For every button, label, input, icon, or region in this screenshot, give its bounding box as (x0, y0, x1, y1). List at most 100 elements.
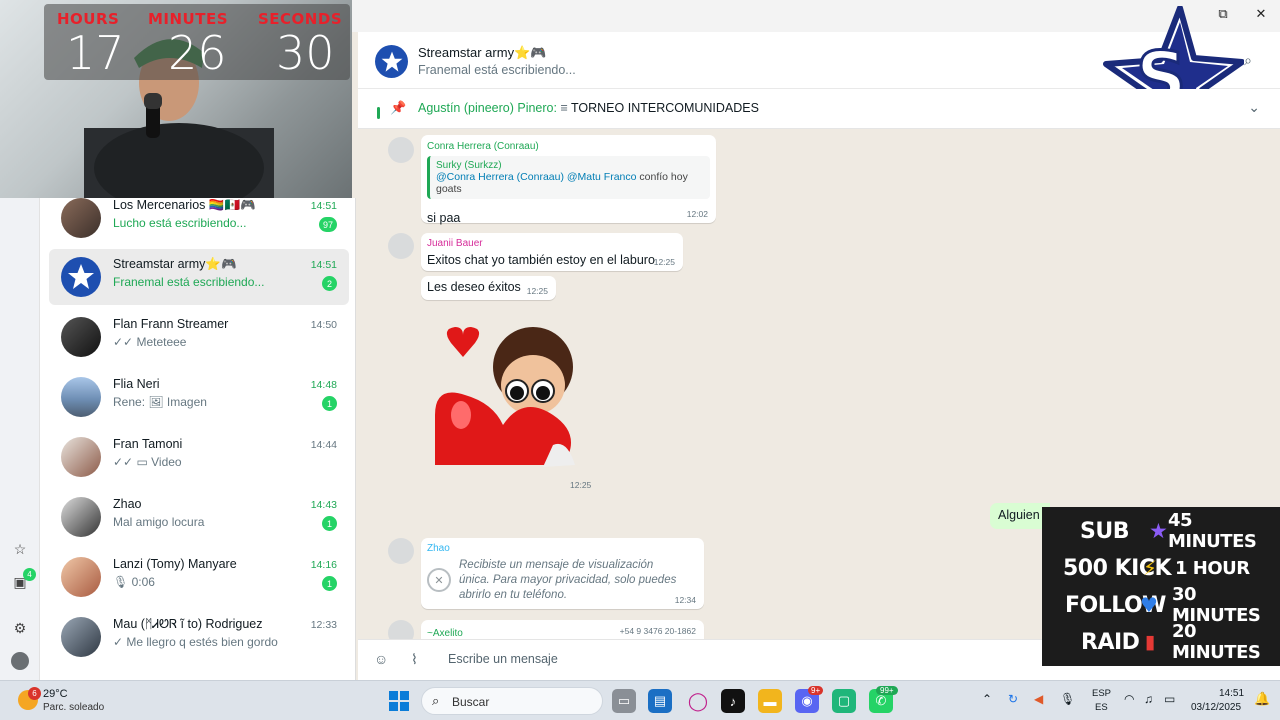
view-once-icon: ✕ (427, 568, 451, 592)
chat-item-mau[interactable]: Mau (ᛗᏗᏬᏒ ĩ to) Rodriguez 12:33 ✓ Me lle… (49, 609, 349, 665)
chat-preview: 🎙 0:06 (113, 575, 155, 589)
sub-value: 45 MINUTES (1168, 510, 1257, 552)
sender-avatar (388, 137, 414, 163)
chat-item-flan-frann[interactable]: Flan Frann Streamer 14:50 ✓✓ Meteteee (49, 309, 349, 365)
avatar (61, 557, 101, 597)
kick-app-icon[interactable]: ▢ (832, 689, 856, 713)
chat-name: Streamstar army⭐🎮 (113, 257, 237, 271)
search-label: Buscar (452, 695, 490, 709)
follow-row: FOLLOW ♥ 30 MINUTES (1042, 584, 1280, 626)
subathon-panel: SUB ★ 45 MINUTES 500 KICK ⚡ 1 HOUR FOLLO… (1042, 507, 1280, 666)
clock-date[interactable]: 03/12/2025 (1191, 702, 1241, 713)
quoted-message[interactable]: Surky (Surkzz) @Conra Herrera (Conraau) … (427, 156, 710, 199)
sender-name: ~Axelito (427, 628, 463, 639)
language-top[interactable]: ESP (1092, 688, 1111, 699)
clock-time[interactable]: 14:51 (1219, 688, 1244, 699)
stream-timer: HOURS MINUTES SECONDS 17 26 30 (44, 4, 350, 80)
weather-badge: 6 (28, 687, 41, 700)
settings-icon[interactable]: ⚙ (11, 619, 29, 637)
chat-item-lanzi[interactable]: Lanzi (Tomy) Manyare 14:16 🎙 0:06 1 (49, 549, 349, 605)
typing-status: Franemal está escribiendo... (418, 63, 576, 77)
archive-badge: 4 (23, 568, 36, 581)
chevron-down-icon[interactable]: ⌄ (1248, 99, 1260, 116)
sender-avatar (388, 233, 414, 259)
unread-badge: 1 (322, 516, 337, 531)
pinned-message-bar[interactable]: 📌 Agustín (pineero) Pinero: ≡ TORNEO INT… (358, 89, 1280, 129)
search-icon[interactable]: ⌕ (1244, 52, 1252, 69)
raid-value: 20 MINUTES (1172, 621, 1261, 663)
chat-item-flia-neri[interactable]: Flia Neri 14:48 Rene: 🖼 Imagen 1 (49, 369, 349, 425)
tray-chevron-icon[interactable]: ⌃ (982, 692, 992, 706)
wifi-icon[interactable]: ◠ (1124, 692, 1134, 706)
avatar (61, 617, 101, 657)
chat-name: Flia Neri (113, 377, 160, 391)
sticker-time: 12:25 (570, 480, 592, 490)
webcam-overlay: HOURS MINUTES SECONDS 17 26 30 (0, 0, 352, 198)
file-explorer-icon[interactable]: ▬ (758, 689, 782, 713)
raid-row: RAID ▮ 20 MINUTES (1042, 621, 1280, 663)
message-juanii[interactable]: Juanii Bauer Exitos chat yo también esto… (421, 233, 683, 271)
sender-name: Juanii Bauer (427, 238, 483, 249)
message-conra[interactable]: Conra Herrera (Conraau) Surky (Surkzz) @… (421, 135, 716, 225)
chat-time: 14:16 (310, 559, 337, 571)
pinned-content: TORNEO INTERCOMUNIDADES (571, 101, 759, 115)
chat-time: 14:51 (310, 259, 337, 271)
chat-time: 14:50 (310, 319, 337, 331)
app-tray-icon[interactable]: ◀ (1034, 692, 1043, 706)
message-zhao[interactable]: Zhao ✕ Recibiste un mensaje de visualiza… (421, 538, 704, 609)
chat-preview: Lucho está escribiendo... (113, 216, 247, 230)
sender-avatar (388, 538, 414, 564)
avatar (61, 377, 101, 417)
chat-item-zhao[interactable]: Zhao 14:43 Mal amigo locura 1 (49, 489, 349, 545)
chat-time: 14:44 (310, 439, 337, 451)
pin-icon: 📌 (390, 100, 407, 115)
close-button[interactable]: ✕ (1242, 0, 1280, 28)
chat-preview: ✓ Me llegro q estés bien gordo (113, 635, 278, 649)
opera-icon[interactable]: ◯ (686, 689, 710, 713)
message-time: 12:25 (653, 257, 675, 267)
sub-row: SUB ★ 45 MINUTES (1042, 510, 1280, 552)
notifications-icon[interactable]: 🔔 (1254, 691, 1270, 707)
star-icon[interactable]: ☆ (11, 540, 29, 558)
lightning-icon: ⚡ (1143, 556, 1158, 580)
taskbar-search[interactable]: ⌕ Buscar (421, 687, 603, 715)
chat-name: Los Mercenarios 🏳️‍🌈🇲🇽🎮 (113, 198, 256, 212)
unread-badge: 2 (322, 276, 337, 291)
sent-message[interactable]: Alguien m (990, 503, 1050, 529)
group-avatar (375, 45, 408, 78)
chat-name: Flan Frann Streamer (113, 317, 229, 331)
task-view-icon[interactable]: ▭ (612, 689, 636, 713)
message-text: Exitos chat yo también estoy en el labur… (427, 253, 655, 267)
chat-time: 14:51 (310, 200, 337, 212)
message-time: 12:25 (526, 286, 548, 296)
message-juanii-2[interactable]: Les deseo éxitos 12:25 (421, 276, 556, 300)
battery-icon[interactable]: ▭ (1164, 692, 1175, 706)
emoji-icon[interactable]: ☺ (374, 651, 388, 667)
chat-preview: Rene: 🖼 Imagen (113, 395, 207, 409)
tiktok-icon[interactable]: ♪ (721, 689, 745, 713)
kick-row: 500 KICK ⚡ 1 HOUR (1042, 550, 1280, 586)
message-time: 12:02 (686, 209, 708, 219)
language-bottom[interactable]: ES (1095, 702, 1108, 713)
sync-icon[interactable]: ↻ (1008, 692, 1018, 706)
chat-preview: Mal amigo locura (113, 515, 205, 529)
star-logo-icon (381, 51, 402, 72)
attach-icon[interactable]: ⌇ (411, 651, 418, 668)
heart-sticker[interactable] (433, 315, 593, 469)
search-icon: ⌕ (432, 693, 440, 708)
microphone-icon[interactable]: 🎙 (1060, 692, 1075, 706)
chat-time: 12:33 (310, 619, 337, 631)
chat-name: Zhao (113, 497, 142, 511)
chat-item-streamstar-army[interactable]: Streamstar army⭐🎮 14:51 Franemal está es… (49, 249, 349, 305)
windows-start-icon[interactable] (387, 689, 411, 713)
unread-badge: 97 (318, 217, 337, 232)
message-axelito[interactable]: ~Axelito +54 9 3476 20-1862 (421, 620, 704, 639)
chat-item-los-mercenarios[interactable]: Los Mercenarios 🏳️‍🌈🇲🇽🎮 14:51 Lucho está… (49, 198, 349, 246)
volume-icon[interactable]: ♫ (1144, 692, 1153, 706)
profile-avatar[interactable] (11, 652, 29, 670)
widgets-icon[interactable]: ▤ (648, 689, 672, 713)
bookmark-icon: ▮ (1145, 631, 1156, 653)
sender-name: Conra Herrera (Conraau) (427, 141, 539, 152)
message-input[interactable]: Escribe un mensaje (448, 652, 558, 666)
chat-item-fran-tamoni[interactable]: Fran Tamoni 14:44 ✓✓ ▭ Video (49, 429, 349, 485)
